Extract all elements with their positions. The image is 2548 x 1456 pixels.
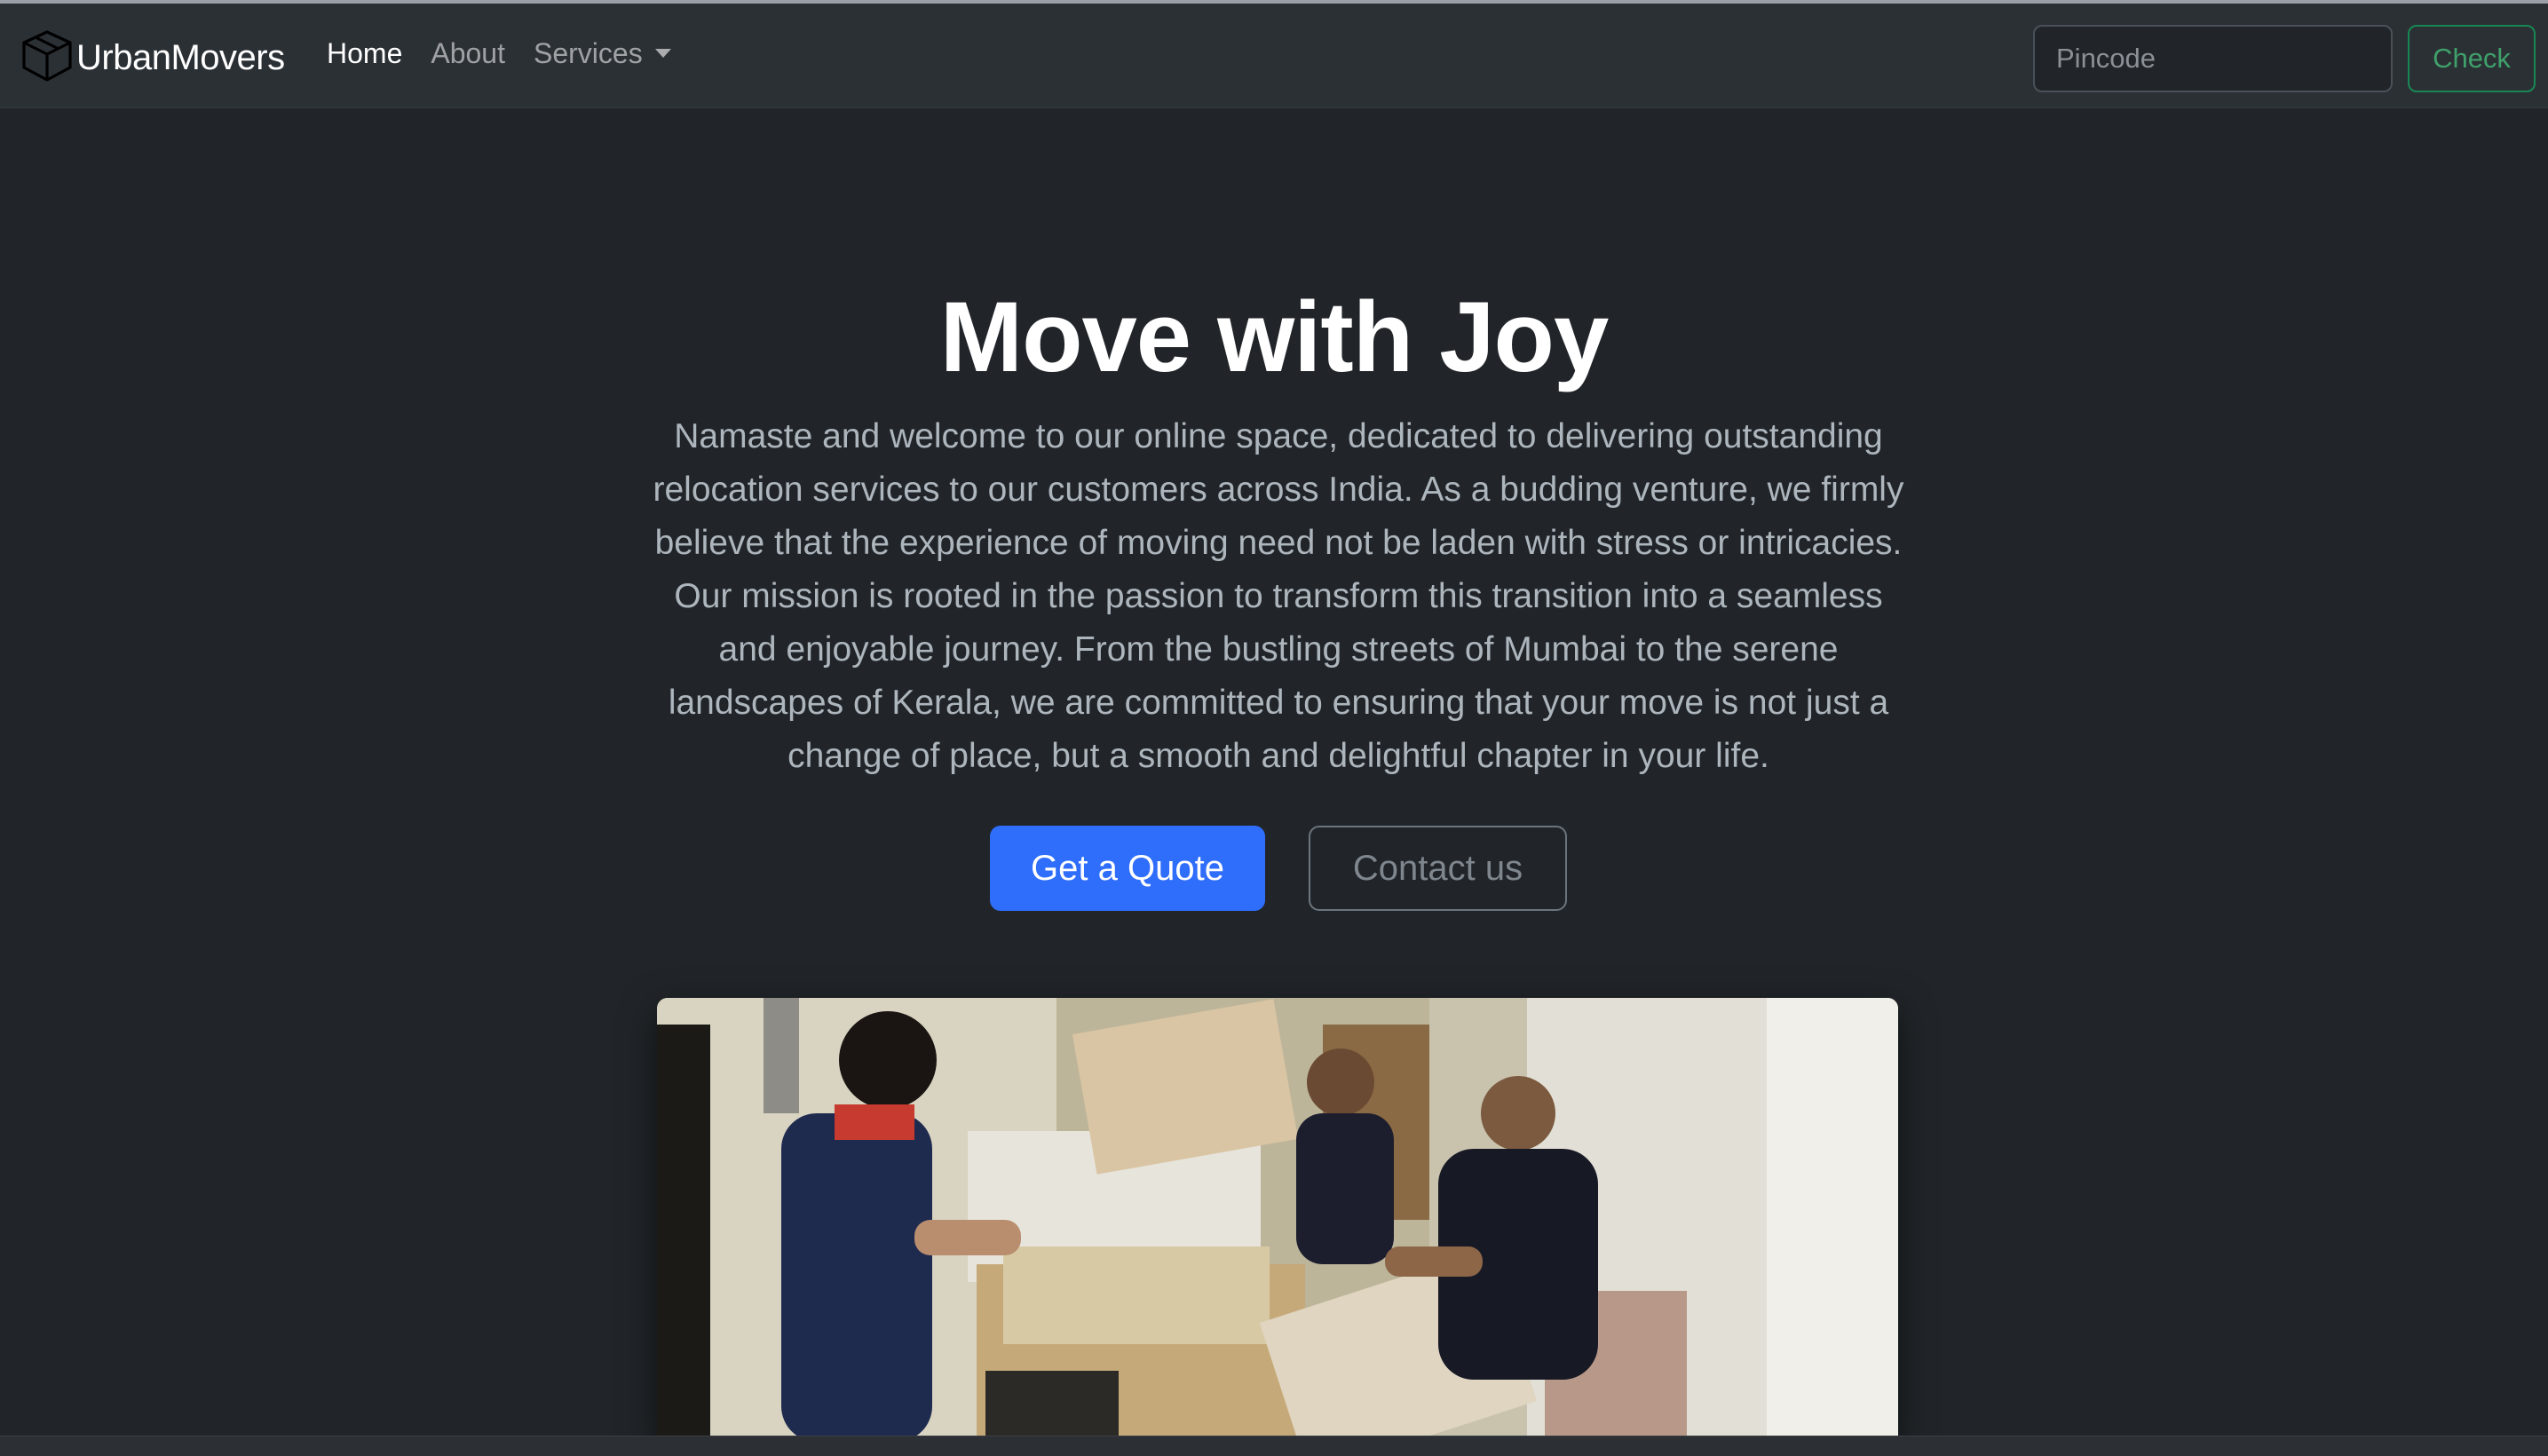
get-quote-button[interactable]: Get a Quote <box>990 826 1265 911</box>
brand-link[interactable]: UrbanMovers <box>20 28 285 87</box>
hero-image <box>657 998 1898 1442</box>
navbar: UrbanMovers Home About Services Check <box>0 4 2548 108</box>
pincode-input[interactable] <box>2033 25 2393 92</box>
nav-about[interactable]: About <box>431 37 505 70</box>
nav-home[interactable]: Home <box>327 37 402 70</box>
check-button[interactable]: Check <box>2408 25 2536 92</box>
box-icon <box>20 28 75 88</box>
nav-services-dropdown[interactable]: Services <box>534 37 671 70</box>
nav-links: Home About Services <box>327 37 700 70</box>
hero-title: Move with Joy <box>939 281 1609 392</box>
caret-down-icon <box>654 49 671 58</box>
brand-name: UrbanMovers <box>76 37 285 77</box>
contact-us-button[interactable]: Contact us <box>1309 826 1567 911</box>
bottom-edge <box>0 1436 2548 1456</box>
nav-services-label: Services <box>533 37 643 69</box>
hero-lead-text: Namaste and welcome to our online space,… <box>653 417 1904 775</box>
